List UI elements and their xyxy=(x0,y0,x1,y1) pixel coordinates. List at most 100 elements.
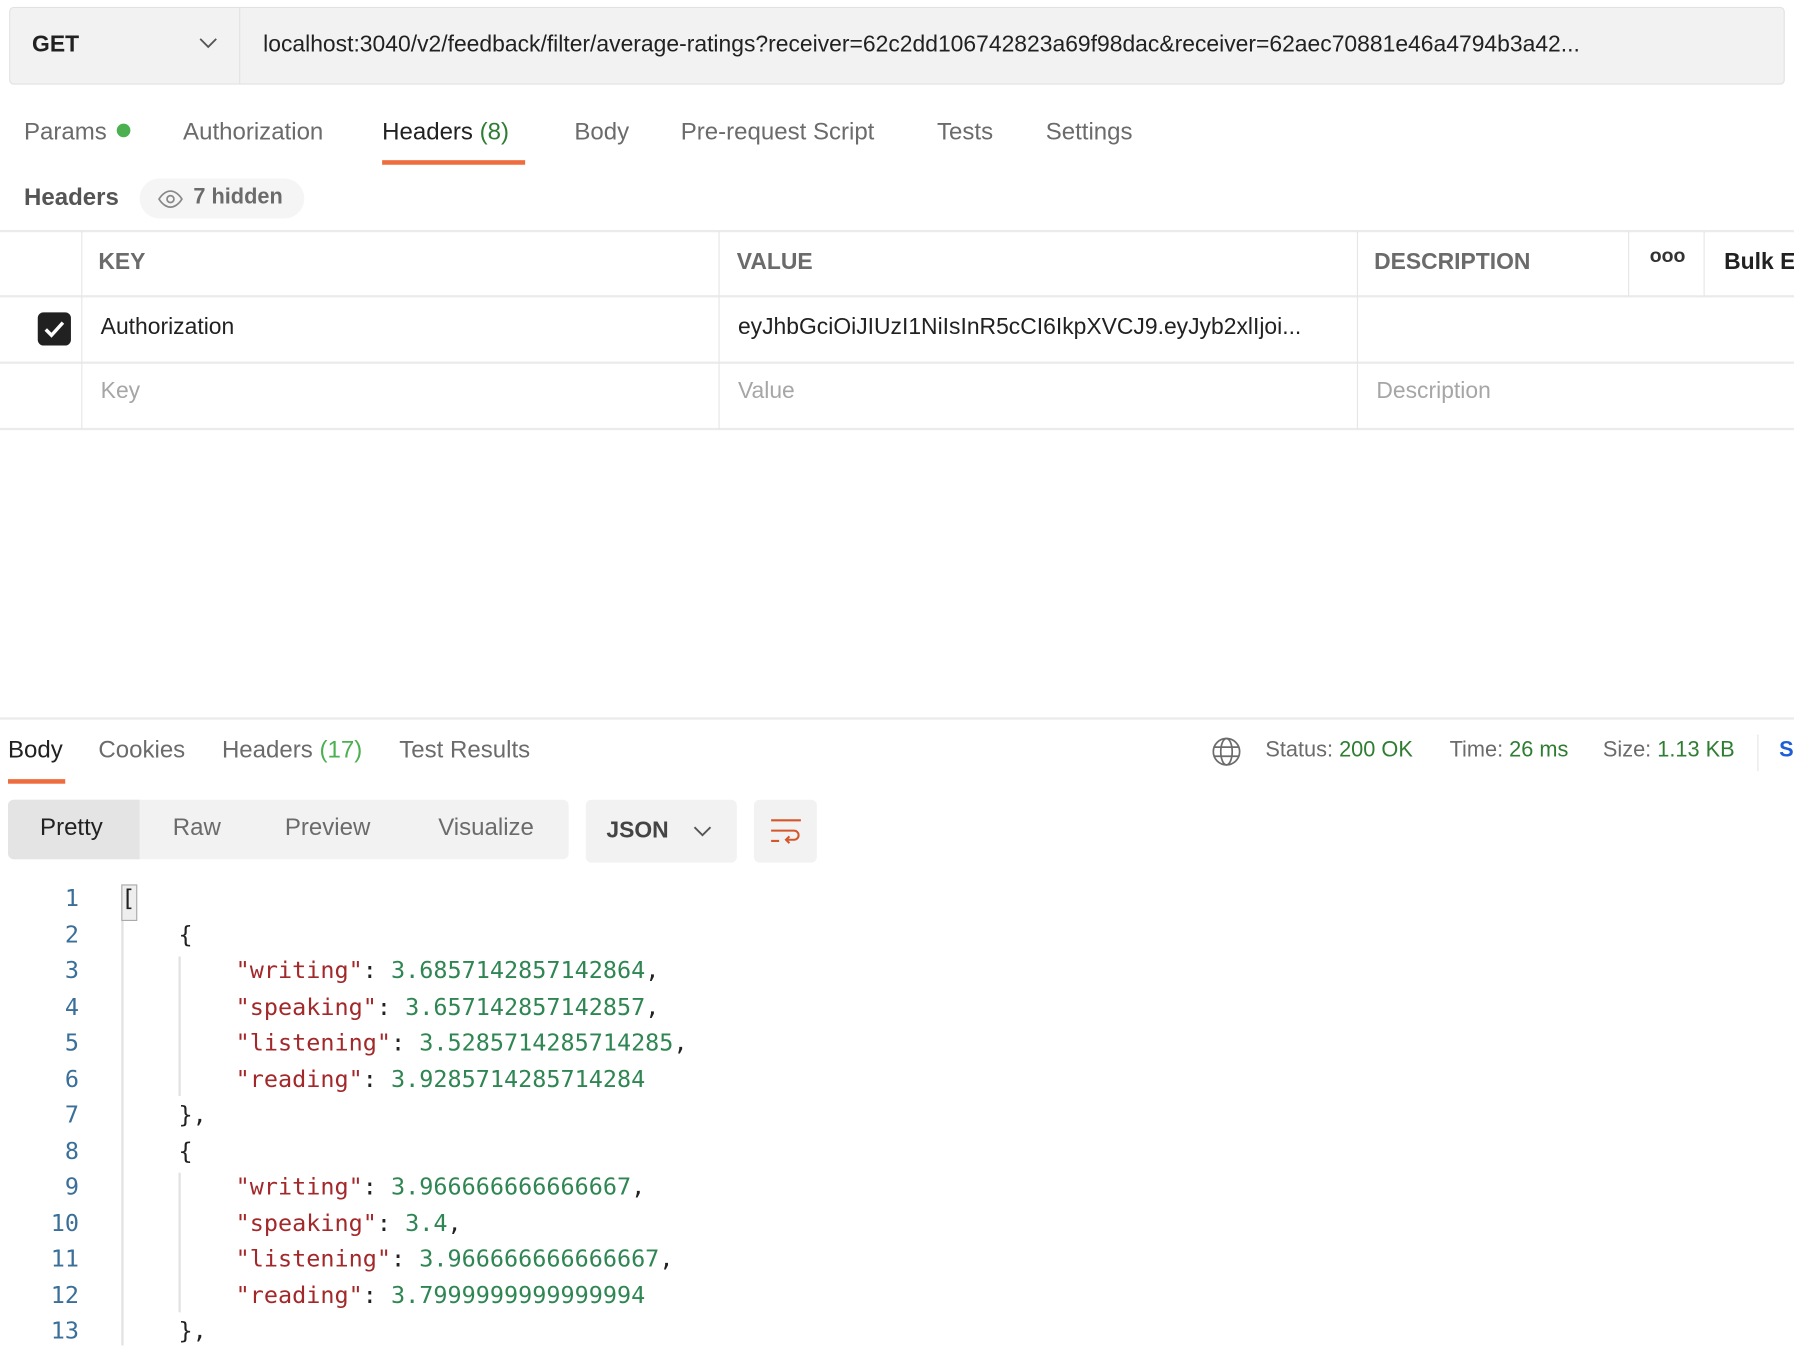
column-divider xyxy=(1628,231,1630,297)
json-key: "speaking" xyxy=(235,1208,377,1237)
key-input[interactable]: Key xyxy=(101,379,140,405)
view-preview[interactable]: Preview xyxy=(285,815,370,842)
tab-label: Headers xyxy=(221,736,313,764)
header-value-cell[interactable]: eyJhbGciOiJIUzI1NiIsInR5cCI6IkpXVCJ9.eyJ… xyxy=(738,315,1348,341)
colon: : xyxy=(362,1064,392,1093)
headers-label: Headers xyxy=(24,184,119,211)
globe-icon[interactable] xyxy=(1212,737,1242,767)
description-input[interactable]: Description xyxy=(1376,379,1490,405)
view-mode-selector: Pretty Raw Preview Visualize xyxy=(8,799,569,860)
column-header-key: KEY xyxy=(98,249,146,275)
params-dot-icon xyxy=(117,123,131,138)
tab-tests[interactable]: Tests xyxy=(937,119,993,146)
line-number: 12 xyxy=(50,1280,79,1309)
json-number: 3.9285714285714284 xyxy=(391,1064,646,1093)
comma: , xyxy=(673,1028,688,1057)
response-tab-body[interactable]: Body xyxy=(8,737,63,764)
bulk-edit-button[interactable]: Bulk E xyxy=(1724,249,1794,275)
view-pretty[interactable]: Pretty xyxy=(40,815,103,842)
time-readout: Time: 26 ms xyxy=(1450,738,1569,763)
colon: : xyxy=(376,1208,406,1237)
code-line: "speaking": 3.4, xyxy=(236,1209,462,1236)
view-visualize[interactable]: Visualize xyxy=(438,815,534,842)
json-number: 3.6857142857142864 xyxy=(391,956,646,984)
code-line: { xyxy=(178,1136,193,1165)
tab-headers[interactable]: Headers (8) xyxy=(382,119,509,146)
comma: , xyxy=(659,1244,674,1273)
line-number: 9 xyxy=(64,1172,79,1201)
method-select[interactable]: GET xyxy=(10,8,241,84)
table-border xyxy=(0,295,1794,298)
code-line: }, xyxy=(178,1316,207,1345)
code-line: "reading": 3.9285714285714284 xyxy=(236,1065,646,1092)
table-border xyxy=(0,361,1794,364)
tab-pre-request-script[interactable]: Pre-request Script xyxy=(681,119,875,146)
json-number: 3.657142857142857 xyxy=(405,992,646,1020)
json-key: "listening" xyxy=(235,1028,392,1057)
save-response-button[interactable]: S xyxy=(1779,738,1794,763)
pane-divider[interactable] xyxy=(0,717,1794,720)
comma: , xyxy=(631,1172,646,1201)
checkmark-icon xyxy=(44,321,65,338)
format-label: JSON xyxy=(606,818,669,844)
comma: , xyxy=(447,1208,462,1237)
line-number: 3 xyxy=(64,956,79,984)
json-key: "speaking" xyxy=(235,992,377,1020)
response-body-editor[interactable]: 1 [2 {3 "writing": 3.6857142857142864, 4 "spe… xyxy=(0,884,1794,1345)
line-number: 2 xyxy=(64,920,79,948)
json-key: "reading" xyxy=(235,1280,363,1309)
column-divider xyxy=(81,231,83,430)
table-border xyxy=(0,229,1794,233)
header-key-cell[interactable]: Authorization xyxy=(101,315,235,341)
code-line: "writing": 3.966666666666667, xyxy=(236,1173,646,1200)
line-number: 10 xyxy=(50,1208,79,1237)
time-value: 26 ms xyxy=(1509,737,1569,762)
code-line: { xyxy=(178,920,193,948)
header-enabled-checkbox[interactable] xyxy=(37,312,71,346)
column-header-description: DESCRIPTION xyxy=(1374,249,1531,275)
line-number: 11 xyxy=(50,1244,79,1273)
line-number: 7 xyxy=(64,1100,79,1129)
size-label: Size: xyxy=(1602,737,1652,762)
size-value: 1.13 KB xyxy=(1657,737,1735,762)
url-input[interactable]: localhost:3040/v2/feedback/filter/averag… xyxy=(263,32,1762,58)
colon: : xyxy=(362,1280,392,1309)
value-input[interactable]: Value xyxy=(738,379,795,405)
column-divider xyxy=(1703,231,1705,297)
json-number: 3.966666666666667 xyxy=(391,1172,632,1201)
json-number: 3.4 xyxy=(405,1208,448,1237)
json-key: "writing" xyxy=(235,956,363,984)
tab-params[interactable]: Params xyxy=(24,119,131,146)
response-tab-cookies[interactable]: Cookies xyxy=(98,737,185,764)
tab-body[interactable]: Body xyxy=(574,119,629,146)
code-line: "reading": 3.7999999999999994 xyxy=(236,1281,646,1308)
table-border xyxy=(0,427,1794,431)
more-options-icon[interactable]: ooo xyxy=(1650,245,1686,268)
tab-count: (8) xyxy=(479,118,510,146)
comma: , xyxy=(645,992,660,1020)
chevron-down-icon xyxy=(199,38,217,49)
response-tab-test-results[interactable]: Test Results xyxy=(399,737,530,764)
response-tab-headers[interactable]: Headers (17) xyxy=(222,737,362,764)
time-label: Time: xyxy=(1449,737,1504,762)
column-header-value: VALUE xyxy=(736,249,813,275)
code-line: "listening": 3.5285714285714285, xyxy=(236,1029,688,1056)
chevron-down-icon xyxy=(693,826,712,837)
url-bar: GET localhost:3040/v2/feedback/filter/av… xyxy=(9,6,1785,85)
tab-settings[interactable]: Settings xyxy=(1046,119,1133,146)
eye-icon xyxy=(158,190,183,208)
column-divider xyxy=(1356,231,1359,430)
method-label: GET xyxy=(32,32,80,58)
line-number: 8 xyxy=(64,1136,79,1165)
line-number: 5 xyxy=(64,1028,79,1057)
view-raw[interactable]: Raw xyxy=(173,815,221,842)
active-tab-indicator xyxy=(8,779,66,784)
code-line: }, xyxy=(178,1100,207,1129)
tab-count: (17) xyxy=(319,736,363,764)
tab-label: Headers xyxy=(382,118,473,146)
format-select[interactable]: JSON xyxy=(585,799,737,863)
colon: : xyxy=(362,1172,392,1201)
tab-authorization[interactable]: Authorization xyxy=(183,119,323,146)
hidden-headers-toggle[interactable]: 7 hidden xyxy=(139,178,305,219)
wrap-lines-button[interactable] xyxy=(753,799,817,863)
